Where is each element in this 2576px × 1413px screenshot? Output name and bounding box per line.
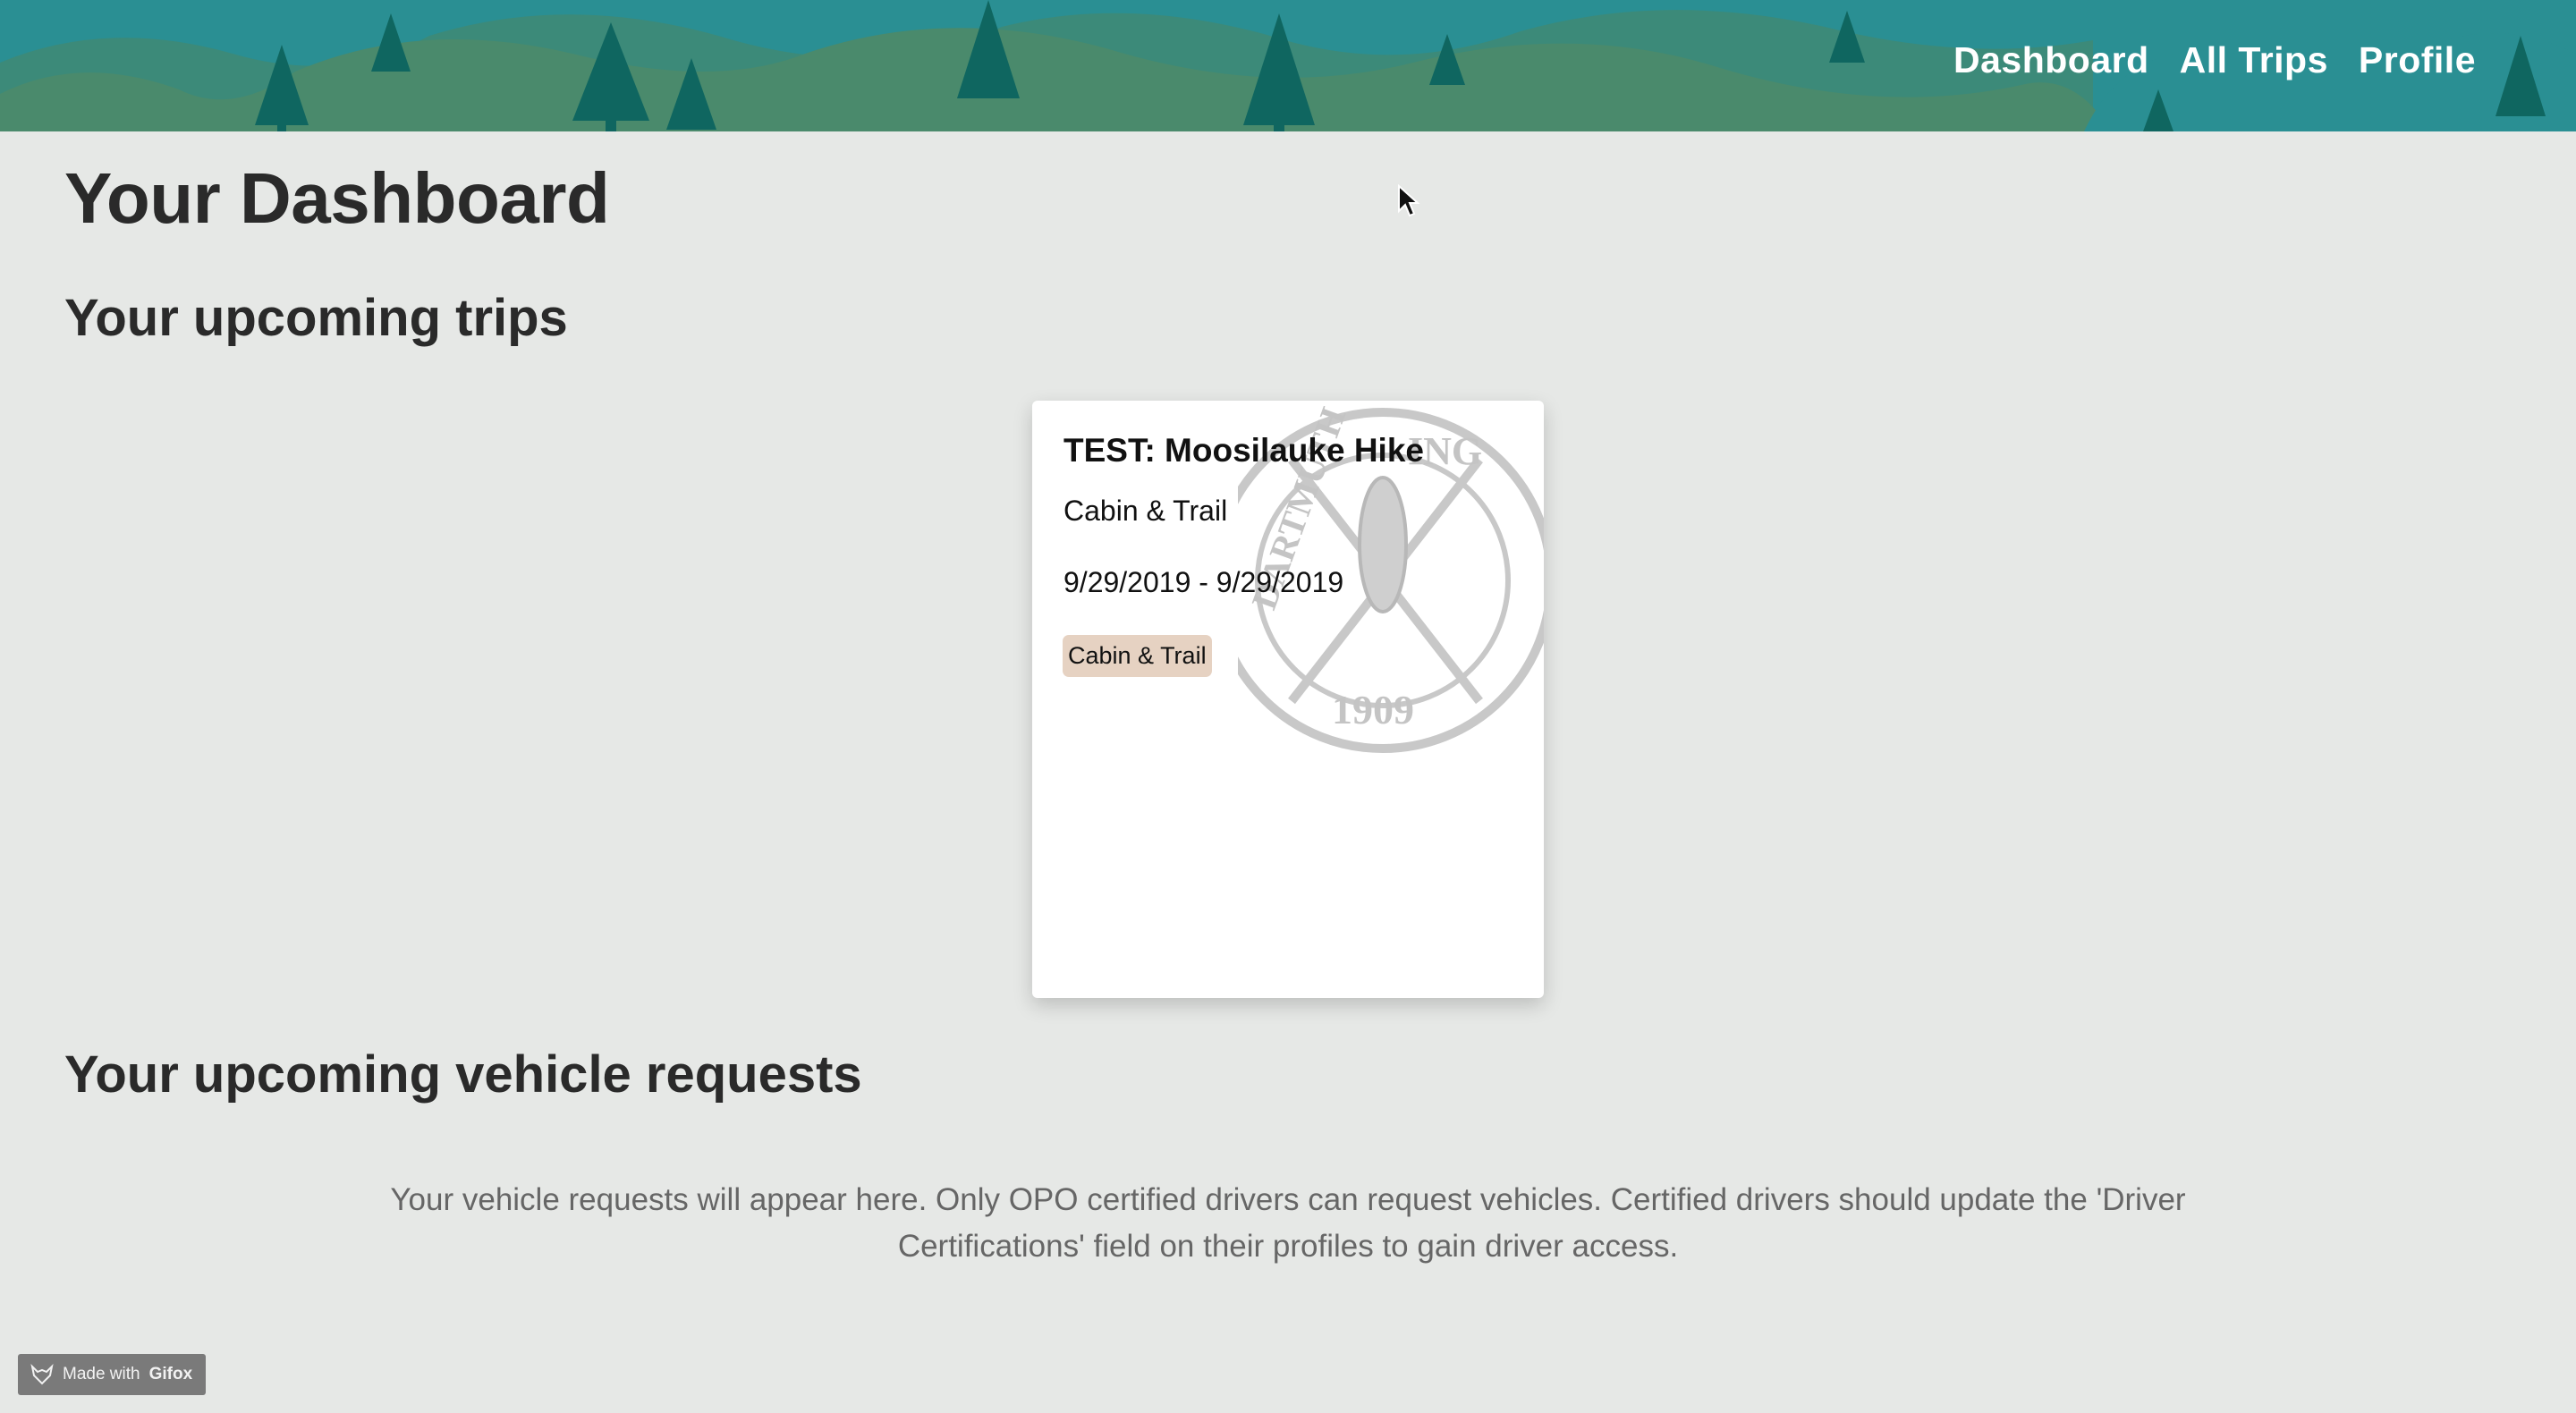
header-banner: Dashboard All Trips Profile [0,0,2576,131]
trip-card[interactable]: 1909 ING DARTMUTH TEST: Moosilauke Hike … [1032,401,1544,998]
trip-club-tag: Cabin & Trail [1063,635,1212,677]
watermark-prefix: Made with [63,1365,140,1383]
top-nav: Dashboard All Trips Profile [1953,39,2476,81]
svg-text:1909: 1909 [1332,687,1414,732]
nav-profile[interactable]: Profile [2359,39,2476,81]
fox-icon [30,1363,54,1385]
vehicle-requests-empty-message: Your vehicle requests will appear here. … [390,1182,2186,1264]
mouse-cursor-icon [1398,184,1420,217]
upcoming-vehicle-requests-heading: Your upcoming vehicle requests [64,1045,862,1104]
gifox-watermark: Made with Gifox [18,1354,206,1395]
trip-title: TEST: Moosilauke Hike [1063,432,1424,469]
page-title: Your Dashboard [64,158,610,238]
trip-club: Cabin & Trail [1063,495,1228,527]
watermark-brand: Gifox [148,1365,193,1383]
upcoming-trips-heading: Your upcoming trips [64,289,568,347]
trip-dates: 9/29/2019 - 9/29/2019 [1063,566,1344,598]
nav-all-trips[interactable]: All Trips [2180,39,2328,81]
nav-dashboard[interactable]: Dashboard [1953,39,2149,81]
